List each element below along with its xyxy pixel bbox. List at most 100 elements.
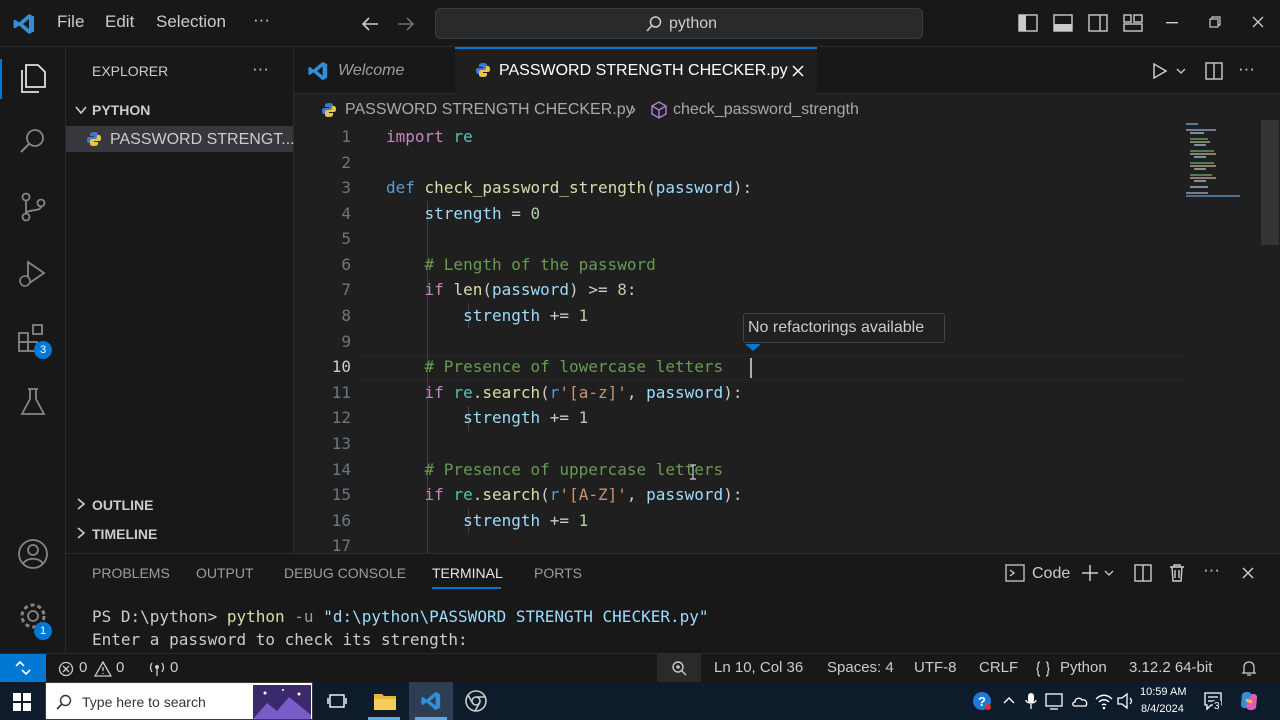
search-view-icon[interactable] (14, 123, 52, 161)
minimap[interactable] (1184, 120, 1244, 210)
volume-icon[interactable] (1116, 692, 1136, 710)
close-tab-icon[interactable] (792, 65, 804, 77)
source-control-icon[interactable] (14, 188, 52, 226)
help-icon[interactable]: ? (972, 691, 992, 711)
onedrive-icon[interactable] (1071, 692, 1089, 710)
clock-time[interactable]: 10:59 AM (1140, 686, 1186, 698)
clock-date[interactable]: 8/4/2024 (1141, 703, 1184, 715)
tab-ports[interactable]: PORTS (534, 565, 582, 581)
python-interpreter[interactable]: 3.12.2 64-bit (1129, 659, 1212, 676)
folder-python[interactable]: PYTHON (92, 102, 150, 118)
code-line[interactable]: # Presence of uppercase letters (386, 460, 724, 479)
split-terminal-icon[interactable] (1134, 564, 1152, 582)
code-line[interactable]: strength = 0 (386, 204, 541, 223)
menu-selection[interactable]: Selection (156, 12, 226, 32)
run-debug-icon[interactable] (14, 254, 52, 292)
zoom-indicator[interactable] (657, 654, 701, 682)
language-braces-icon[interactable] (1036, 661, 1050, 677)
encoding[interactable]: UTF-8 (914, 659, 957, 676)
toggle-secondary-sidebar-icon[interactable] (1088, 14, 1108, 32)
timeline-section[interactable]: TIMELINE (92, 526, 157, 542)
line-ending[interactable]: CRLF (979, 659, 1018, 676)
close-panel-icon[interactable] (1242, 567, 1254, 579)
outline-section[interactable]: OUTLINE (92, 497, 153, 513)
taskbar-search-box[interactable]: Type here to search (45, 682, 313, 720)
customize-layout-icon[interactable] (1123, 14, 1143, 32)
breadcrumb-file[interactable]: PASSWORD STRENGTH CHECKER.py (345, 101, 634, 119)
language-mode[interactable]: Python (1060, 659, 1107, 676)
code-line[interactable]: # Length of the password (386, 255, 656, 274)
chrome-browser-icon[interactable] (465, 690, 487, 712)
remote-indicator[interactable] (0, 654, 46, 682)
accounts-icon[interactable] (14, 535, 52, 573)
terminal-shell-icon[interactable] (1005, 564, 1025, 582)
code-line[interactable]: if len(password) >= 8: (386, 280, 637, 299)
microphone-icon[interactable] (1025, 692, 1037, 710)
command-center-search[interactable]: python (435, 8, 923, 39)
tab-welcome[interactable]: Welcome (294, 47, 454, 94)
ports-antenna-icon[interactable] (148, 661, 166, 677)
code-line[interactable]: strength += 1 (386, 511, 588, 530)
error-icon[interactable] (58, 661, 74, 677)
code-line[interactable]: def check_password_strength(password): (386, 178, 752, 197)
chevron-right-icon[interactable] (74, 526, 88, 540)
testing-icon[interactable] (14, 383, 52, 421)
terminal-dropdown-chevron-icon[interactable] (1104, 569, 1114, 577)
notifications-bell-icon[interactable] (1241, 660, 1257, 677)
code-line[interactable]: if re.search(r'[A-Z]', password): (386, 485, 743, 504)
terminal-command-line[interactable]: PS D:\python> python -u "d:\python\PASSW… (92, 607, 709, 626)
taskbar-vscode-button[interactable] (409, 682, 453, 720)
warning-icon[interactable] (94, 661, 112, 677)
explorer-more-actions[interactable]: ··· (252, 59, 269, 79)
menu-edit[interactable]: Edit (105, 12, 134, 32)
tab-password-checker[interactable]: PASSWORD STRENGTH CHECKER.py (455, 47, 817, 94)
split-editor-icon[interactable] (1205, 62, 1223, 80)
code-editor[interactable]: PASSWORD STRENGTH CHECKER.py › check_pas… (294, 94, 1280, 553)
explorer-icon[interactable] (14, 59, 52, 97)
minimize-icon[interactable] (1166, 22, 1178, 24)
file-row-password-checker[interactable]: PASSWORD STRENGT... (66, 126, 295, 152)
panel-more-actions[interactable]: ··· (1203, 560, 1220, 580)
restore-icon[interactable] (1209, 16, 1221, 28)
tab-problems[interactable]: PROBLEMS (92, 565, 170, 581)
code-line-current[interactable]: # Presence of lowercase letters (386, 357, 724, 376)
run-python-file-icon[interactable] (1151, 62, 1169, 80)
code-line[interactable]: if re.search(r'[a-z]', password): (386, 383, 743, 402)
warning-count[interactable]: 0 (116, 659, 124, 676)
code-line[interactable]: import re (386, 127, 473, 146)
back-arrow-icon[interactable] (360, 14, 380, 34)
breadcrumb-symbol[interactable]: check_password_strength (673, 101, 859, 119)
code-line[interactable]: strength += 1 (386, 306, 588, 325)
indentation[interactable]: Spaces: 4 (827, 659, 894, 676)
ports-count[interactable]: 0 (170, 659, 178, 676)
editor-more-actions[interactable]: ··· (1238, 59, 1255, 79)
cursor-position[interactable]: Ln 10, Col 36 (714, 659, 803, 676)
wifi-icon[interactable] (1094, 692, 1114, 710)
svg-text:?: ? (978, 694, 986, 709)
tab-terminal[interactable]: TERMINAL (432, 565, 503, 581)
error-count[interactable]: 0 (79, 659, 87, 676)
search-text: python (669, 15, 718, 32)
windows-start-icon[interactable] (13, 693, 31, 711)
tab-debug-console[interactable]: DEBUG CONSOLE (284, 565, 406, 581)
terminal-shell-label[interactable]: Code (1032, 565, 1070, 583)
toggle-panel-icon[interactable] (1053, 14, 1073, 32)
run-dropdown-chevron-icon[interactable] (1176, 67, 1186, 75)
code-line[interactable]: strength += 1 (386, 408, 588, 427)
close-window-icon[interactable] (1252, 16, 1264, 28)
menu-file[interactable]: File (57, 12, 84, 32)
task-view-icon[interactable] (327, 692, 347, 710)
new-terminal-plus-icon[interactable] (1081, 564, 1099, 582)
vertical-scrollbar[interactable] (1261, 120, 1279, 245)
tray-expand-chevron-icon[interactable] (1003, 696, 1015, 704)
copilot-icon[interactable] (1238, 690, 1260, 712)
tab-output[interactable]: OUTPUT (196, 565, 254, 581)
chevron-right-icon[interactable] (74, 497, 88, 511)
toggle-primary-sidebar-icon[interactable] (1018, 14, 1038, 32)
menu-more[interactable]: ··· (253, 10, 270, 30)
file-explorer-icon[interactable] (373, 691, 397, 711)
forward-arrow-icon[interactable] (396, 14, 416, 34)
trash-icon[interactable] (1168, 563, 1186, 583)
meet-now-icon[interactable] (1045, 692, 1063, 710)
chevron-down-icon[interactable] (74, 103, 88, 117)
